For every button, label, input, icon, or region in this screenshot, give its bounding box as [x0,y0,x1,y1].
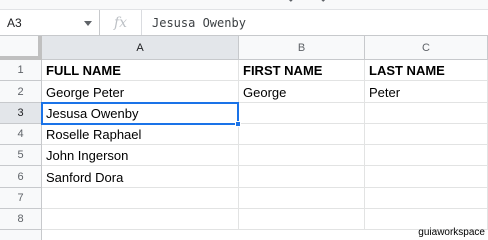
name-box[interactable]: A3 [0,10,100,35]
spreadsheet-grid: A B C 1 2 3 4 5 6 7 8 FULL NAME FIRST NA… [0,36,488,240]
cell-c4[interactable] [365,124,488,145]
row-header-7[interactable]: 7 [0,188,42,209]
row-header-2[interactable]: 2 [0,81,42,103]
cell-b3[interactable] [239,103,365,124]
formula-bar: A3 fx Jesusa Owenby [0,9,488,36]
chevron-down-icon[interactable] [84,21,92,26]
function-icon: fx [100,10,142,35]
cell-a2[interactable]: George Peter [42,81,239,103]
cell-b2[interactable]: George [239,81,365,103]
redo-icon[interactable]: ↷ [316,0,326,7]
cell-a4[interactable]: Roselle Raphael [42,124,239,145]
row-header-3[interactable]: 3 [0,103,42,124]
cell-a5[interactable]: John Ingerson [42,145,239,166]
cell-c1[interactable]: LAST NAME [365,60,488,81]
cell-b1[interactable]: FIRST NAME [239,60,365,81]
cell-c7[interactable] [365,188,488,209]
cell-a3[interactable]: Jesusa Owenby [42,103,239,124]
name-box-value: A3 [7,15,22,30]
cell-c2[interactable]: Peter [365,81,488,103]
row-header-6[interactable]: 6 [0,166,42,188]
undo-icon[interactable]: ↶ [288,0,298,7]
row-header-1[interactable]: 1 [0,60,42,81]
row-header-8[interactable]: 8 [0,209,42,230]
cell-b4[interactable] [239,124,365,145]
formula-input[interactable]: Jesusa Owenby [142,16,246,30]
column-header-c[interactable]: C [365,36,488,60]
cell-a1[interactable]: FULL NAME [42,60,239,81]
cell-b5[interactable] [239,145,365,166]
select-all-corner[interactable] [0,36,42,60]
column-header-b[interactable]: B [239,36,365,60]
cell-b7[interactable] [239,188,365,209]
cell-c5[interactable] [365,145,488,166]
cell-b6[interactable] [239,166,365,188]
cell-a6[interactable]: Sanford Dora [42,166,239,188]
cell-c6[interactable] [365,166,488,188]
cell-a8[interactable] [42,209,239,230]
row-header-5[interactable]: 5 [0,145,42,166]
row-header-partial[interactable] [0,230,42,240]
column-header-a[interactable]: A [42,36,239,60]
row-header-4[interactable]: 4 [0,124,42,145]
cell-a7[interactable] [42,188,239,209]
cell-c3[interactable] [365,103,488,124]
toolbar-strip: ↶ ↷ [0,0,488,9]
watermark: guiaworkspace [418,227,485,238]
cell-b8[interactable] [239,209,365,230]
